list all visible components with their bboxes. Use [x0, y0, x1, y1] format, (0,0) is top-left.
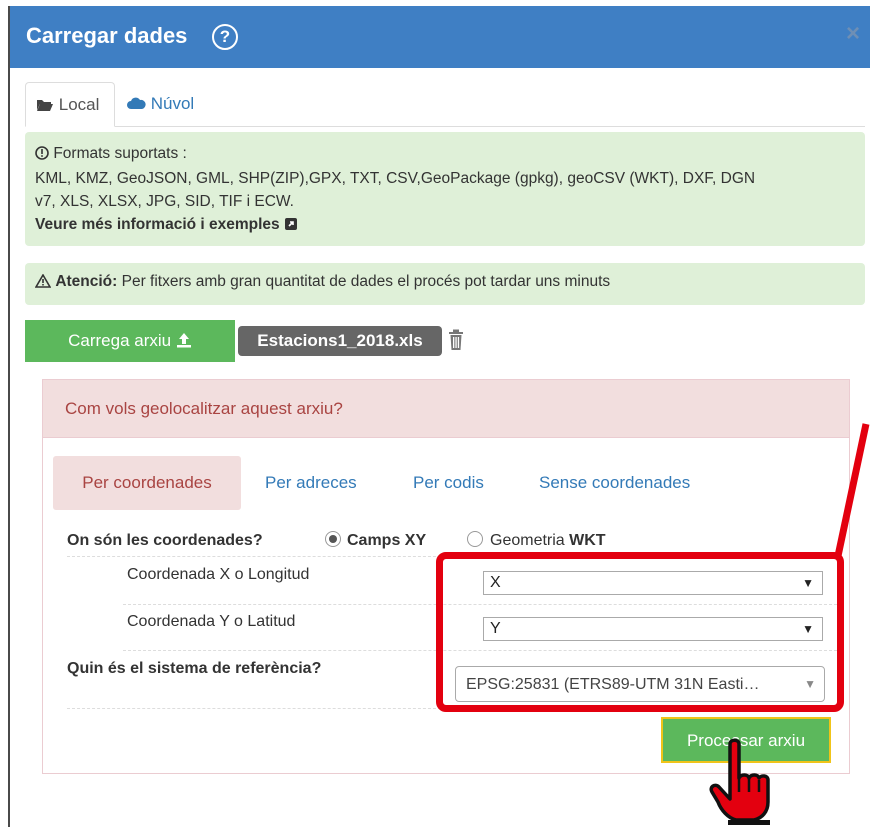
upload-icon: [176, 322, 192, 364]
dialog-header: Carregar dades ? ×: [10, 6, 870, 68]
external-link-icon: [284, 215, 298, 238]
tab-sense-coordenades[interactable]: Sense coordenades: [539, 456, 690, 510]
close-icon[interactable]: ×: [846, 20, 860, 48]
cloud-icon: [126, 95, 146, 115]
radio-geometria-wkt-label: Geometria WKT: [490, 532, 606, 550]
attention-label: Atenció:: [55, 273, 118, 290]
reference-system-label: Quin és el sistema de referència?: [67, 660, 322, 677]
question-circle-icon[interactable]: ?: [212, 24, 238, 50]
tab-per-coordenades[interactable]: Per coordenades: [53, 456, 241, 510]
radio-camps-xy[interactable]: [325, 531, 341, 547]
attention-alert: Atenció: Per fitxers amb gran quantitat …: [25, 263, 865, 305]
x-coordinate-label: Coordenada X o Longitud: [127, 566, 310, 583]
supported-formats-alert: Formats suportats : KML, KMZ, GeoJSON, G…: [25, 132, 865, 246]
tab-nuvol-label: Núvol: [150, 94, 195, 113]
tab-per-adreces[interactable]: Per adreces: [265, 456, 357, 510]
tab-local[interactable]: Local: [25, 82, 115, 127]
folder-open-icon: [36, 97, 54, 117]
red-highlight-box: [436, 552, 844, 712]
trash-icon[interactable]: [448, 329, 464, 351]
attention-text: Per fitxers amb gran quantitat de dades …: [121, 273, 611, 290]
info-circle-icon: [35, 144, 49, 167]
upload-button-label: Carrega arxiu: [68, 331, 172, 350]
dialog-title: Carregar dades: [26, 23, 188, 48]
upload-file-button[interactable]: Carrega arxiu: [25, 320, 235, 362]
wkt-label-prefix: Geometria: [490, 532, 570, 549]
radio-camps-xy-label: Camps XY: [347, 532, 427, 549]
selected-file-badge: Estacions1_2018.xls: [238, 326, 442, 356]
hand-pointer-icon: [709, 738, 770, 825]
y-coordinate-label: Coordenada Y o Latitud: [127, 613, 296, 630]
tab-per-codis[interactable]: Per codis: [413, 456, 484, 510]
tab-nuvol[interactable]: Núvol: [122, 82, 222, 127]
geolocate-heading: Com vols geolocalitzar aquest arxiu?: [43, 380, 849, 438]
more-info-link-label: Veure més informació i exemples: [35, 216, 280, 233]
tabs-divider: [25, 126, 865, 127]
formats-list-line2: v7, XLS, XLSX, JPG, SID, TIF i ECW.: [35, 193, 294, 210]
tab-local-label: Local: [58, 95, 100, 114]
wkt-label-bold: WKT: [569, 532, 606, 549]
formats-list-line1: KML, KMZ, GeoJSON, GML, SHP(ZIP),GPX, TX…: [35, 170, 756, 187]
more-info-link[interactable]: Veure més informació i exemples: [35, 213, 855, 238]
coordinates-location-label: On són les coordenades?: [67, 532, 263, 549]
warning-triangle-icon: [34, 273, 52, 293]
formats-heading: Formats suportats :: [53, 145, 187, 162]
radio-geometria-wkt[interactable]: [467, 531, 483, 547]
